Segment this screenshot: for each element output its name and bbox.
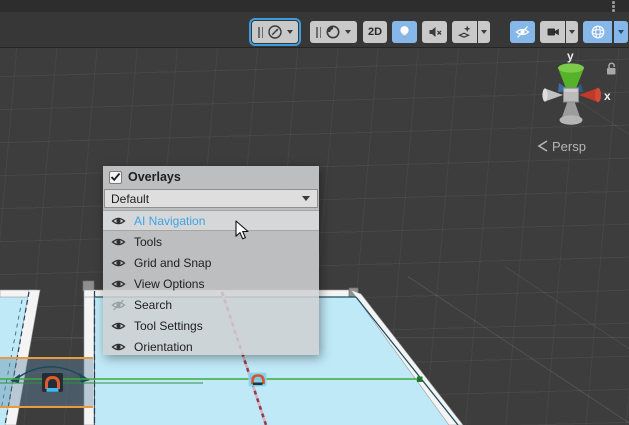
mode-2d-label: 2D xyxy=(368,26,382,38)
menu-item-orientation[interactable]: Orientation xyxy=(103,336,319,357)
drag-handle-icon[interactable] xyxy=(316,27,321,38)
check-icon xyxy=(110,172,121,182)
eye-visible-icon xyxy=(111,278,126,290)
menu-item-tools[interactable]: Tools xyxy=(103,231,319,252)
overlays-menu: Overlays Default AI Navigation Tools Gri… xyxy=(103,166,319,355)
menu-item-ai-navigation[interactable]: AI Navigation xyxy=(103,210,319,231)
effects-sparkle-icon xyxy=(457,24,473,40)
navmesh-link-icon[interactable] xyxy=(42,373,63,392)
eye-slash-icon xyxy=(514,25,531,39)
overlay-menu-items: AI Navigation Tools Grid and Snap View O… xyxy=(103,210,319,357)
audio-mute-button[interactable] xyxy=(422,21,447,43)
navmesh-link-icon-small[interactable] xyxy=(249,373,266,386)
caret-down-icon xyxy=(302,196,310,201)
scene-lighting-button[interactable] xyxy=(392,21,417,43)
menu-item-search[interactable]: Search xyxy=(103,294,319,315)
scene-gizmos-button[interactable] xyxy=(583,21,628,43)
lock-icon[interactable] xyxy=(604,61,619,76)
overlays-toggle-row[interactable]: Overlays xyxy=(103,166,319,188)
mouse-cursor xyxy=(235,220,251,242)
perspective-angle-icon xyxy=(537,139,549,154)
draw-mode-button[interactable] xyxy=(310,21,357,43)
eye-visible-icon xyxy=(111,320,126,332)
overflow-menu-icon[interactable] xyxy=(612,1,615,13)
wall-post xyxy=(83,281,94,291)
eye-visible-icon xyxy=(111,236,126,248)
effects-caret-button[interactable] xyxy=(478,21,490,43)
caret-down-icon xyxy=(287,30,293,34)
overlay-preset-value: Default xyxy=(111,192,149,206)
axis-x-label: x xyxy=(604,89,611,103)
caret-down-icon xyxy=(345,30,351,34)
menu-item-view-options[interactable]: View Options xyxy=(103,273,319,294)
projection-label: Persp xyxy=(552,139,586,154)
hidden-objects-button[interactable] xyxy=(510,21,535,43)
overlays-menu-title: Overlays xyxy=(128,170,181,184)
eye-visible-icon xyxy=(111,215,126,227)
gizmo-center-cube[interactable] xyxy=(564,88,579,102)
compass-icon xyxy=(267,24,283,40)
projection-toggle[interactable]: Persp xyxy=(537,139,586,154)
tab-strip xyxy=(0,0,629,12)
menu-item-tool-settings[interactable]: Tool Settings xyxy=(103,315,319,336)
shading-sphere-icon xyxy=(325,24,341,40)
axis-y-label: y xyxy=(567,49,574,63)
scene-toolbar: 2D xyxy=(252,21,628,43)
speaker-muted-icon xyxy=(427,24,443,40)
gizmo-sphere-icon xyxy=(590,24,606,40)
lightbulb-icon xyxy=(397,24,412,40)
camera-icon xyxy=(545,24,561,40)
camera-settings-button[interactable] xyxy=(540,21,578,43)
overlay-preset-dropdown[interactable]: Default xyxy=(104,189,318,208)
menu-item-grid-and-snap[interactable]: Grid and Snap xyxy=(103,252,319,273)
eye-hidden-icon xyxy=(111,299,126,311)
mode-2d-button[interactable]: 2D xyxy=(363,21,387,43)
camera-caret-button[interactable] xyxy=(566,21,578,43)
gizmos-caret-button[interactable] xyxy=(614,21,628,43)
drag-handle-icon[interactable] xyxy=(258,27,263,38)
caret-down-icon xyxy=(569,30,575,34)
axis-down-cone[interactable] xyxy=(560,100,583,125)
eye-visible-icon xyxy=(111,341,126,353)
offmesh-endpoint[interactable] xyxy=(417,377,423,383)
overlay-visibility-button[interactable] xyxy=(252,21,298,43)
effects-button[interactable] xyxy=(452,21,490,43)
overlays-checkbox[interactable] xyxy=(109,171,122,184)
caret-down-icon xyxy=(481,30,487,34)
caret-down-icon xyxy=(618,30,624,34)
unity-scene-view: y x Per xyxy=(0,0,629,425)
eye-visible-icon xyxy=(111,257,126,269)
